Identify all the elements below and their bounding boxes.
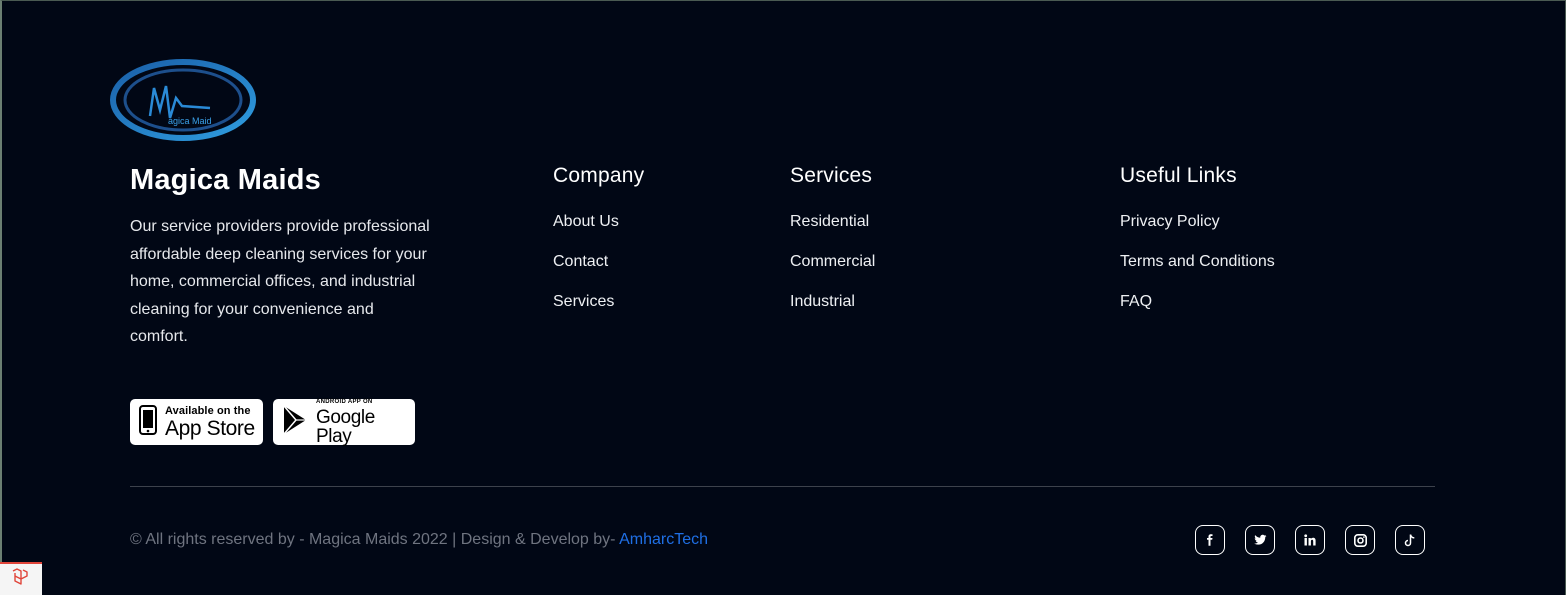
services-heading: Services — [790, 164, 873, 187]
useful-links-heading: Useful Links — [1120, 164, 1237, 187]
services-links: Residential Commercial Industrial — [790, 210, 875, 330]
app-store-badge[interactable]: Available on the App Store — [130, 399, 263, 445]
link-privacy-policy[interactable]: Privacy Policy — [1120, 210, 1275, 250]
link-residential[interactable]: Residential — [790, 210, 875, 250]
twitter-icon[interactable] — [1245, 525, 1275, 555]
copyright-label: © All rights reserved by - Magica Maids … — [130, 531, 620, 548]
google-play-small-label: ANDROID APP ON — [316, 398, 373, 405]
company-heading: Company — [553, 164, 645, 187]
useful-links: Privacy Policy Terms and Conditions FAQ — [1120, 210, 1275, 330]
instagram-icon[interactable] — [1345, 525, 1375, 555]
facebook-icon[interactable] — [1195, 525, 1225, 555]
copyright-text: © All rights reserved by - Magica Maids … — [130, 531, 708, 549]
app-store-small-label: Available on the — [165, 404, 251, 417]
laravel-debugbar-tab[interactable] — [0, 562, 42, 595]
tiktok-icon[interactable] — [1395, 525, 1425, 555]
developer-link[interactable]: AmharcTech — [619, 531, 708, 548]
google-play-badge[interactable]: ANDROID APP ON Google Play — [273, 398, 415, 447]
link-about-us[interactable]: About Us — [553, 210, 619, 250]
brand-title: Magica Maids — [130, 164, 321, 196]
link-contact[interactable]: Contact — [553, 250, 619, 290]
svg-text:agica Maid: agica Maid — [168, 116, 212, 126]
social-links — [1195, 525, 1425, 555]
brand-logo[interactable]: agica Maid — [110, 58, 256, 142]
app-store-label: App Store — [165, 416, 255, 440]
laravel-icon — [11, 567, 31, 592]
linkedin-icon[interactable] — [1295, 525, 1325, 555]
footer-divider — [130, 486, 1435, 487]
google-play-label: Google Play — [316, 406, 375, 447]
company-links: About Us Contact Services — [553, 210, 619, 330]
link-services[interactable]: Services — [553, 290, 619, 330]
link-industrial[interactable]: Industrial — [790, 290, 875, 330]
link-faq[interactable]: FAQ — [1120, 290, 1275, 330]
link-terms[interactable]: Terms and Conditions — [1120, 250, 1275, 290]
link-commercial[interactable]: Commercial — [790, 250, 875, 290]
google-play-icon — [282, 405, 308, 440]
brand-description: Our service providers provide profession… — [130, 218, 430, 345]
apple-phone-icon — [139, 404, 157, 440]
